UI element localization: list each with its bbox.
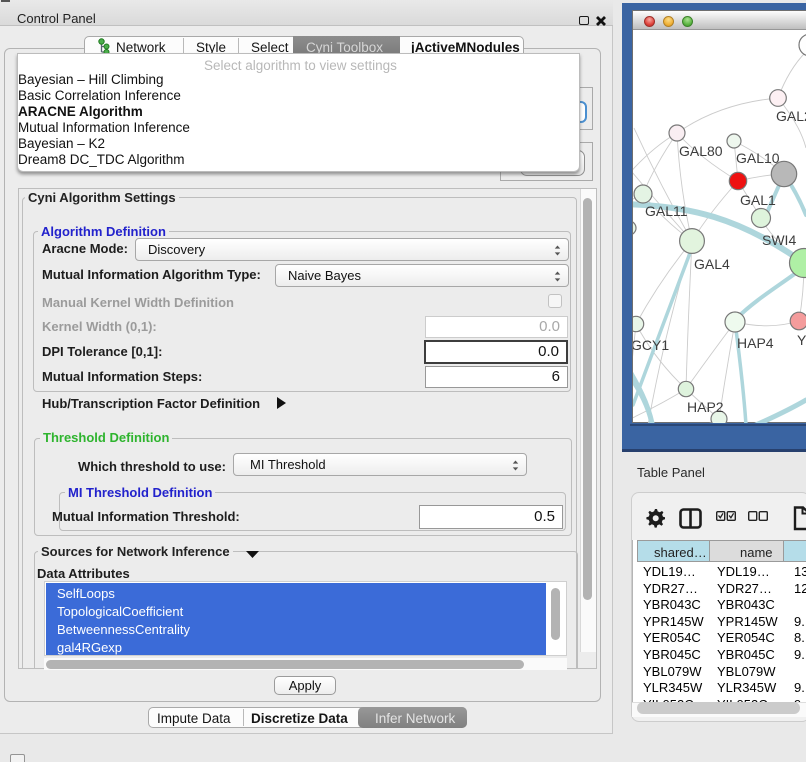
svg-text:HAP2: HAP2	[687, 399, 724, 415]
svg-text:Y: Y	[797, 332, 806, 348]
svg-text:GCY1: GCY1	[633, 337, 669, 353]
svg-text:GAL4: GAL4	[694, 256, 730, 272]
svg-text:SWI4: SWI4	[762, 232, 796, 248]
svg-text:GAL11: GAL11	[645, 203, 688, 219]
svg-text:GAL80: GAL80	[679, 143, 723, 159]
svg-text:GAL2: GAL2	[776, 108, 806, 124]
svg-text:GAL1: GAL1	[740, 192, 776, 208]
svg-text:HAP4: HAP4	[737, 335, 774, 351]
svg-text:GAL10: GAL10	[736, 150, 780, 166]
